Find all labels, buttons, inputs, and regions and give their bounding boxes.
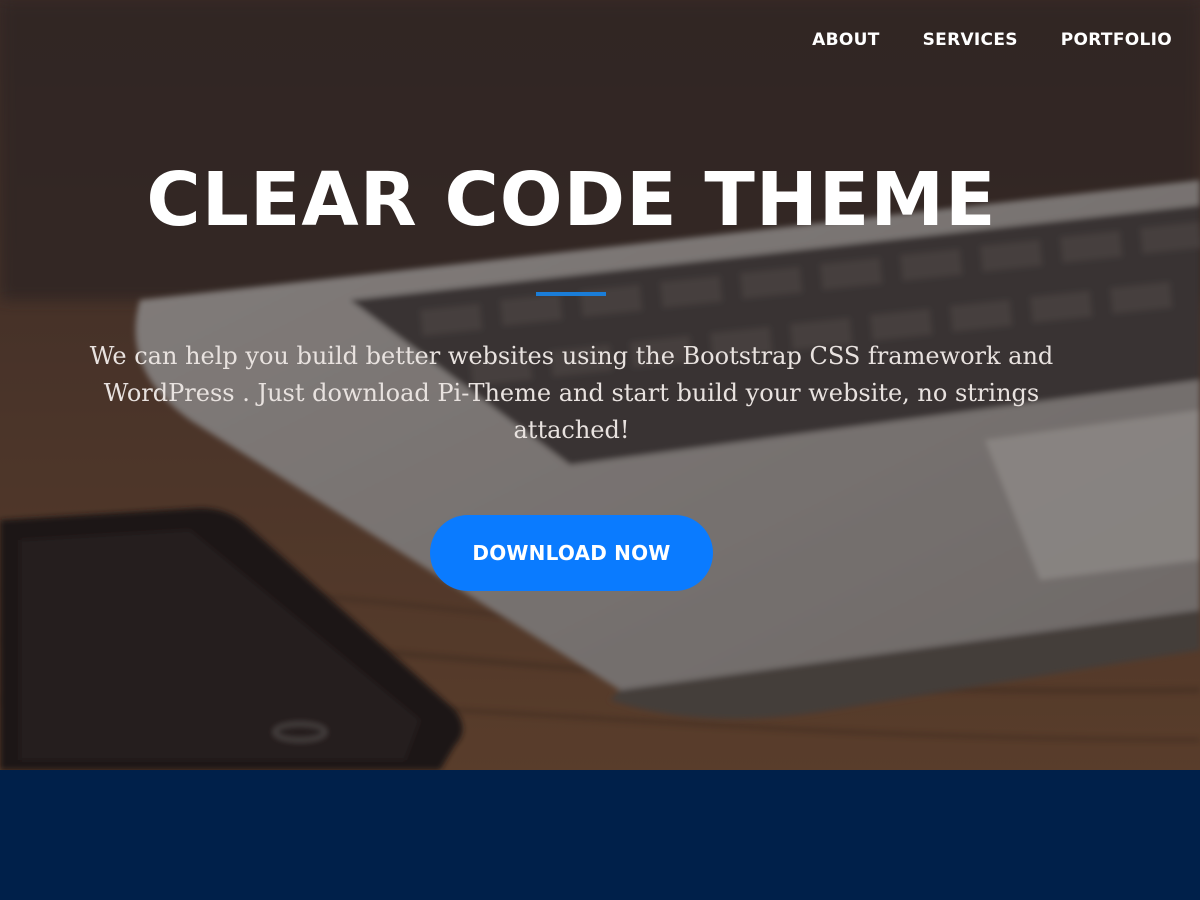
- next-section-band: [0, 770, 1200, 900]
- top-navigation: ABOUT SERVICES PORTFOLIO: [812, 28, 1172, 52]
- download-now-button[interactable]: DOWNLOAD NOW: [430, 515, 713, 591]
- hero-section: ABOUT SERVICES PORTFOLIO CLEAR CODE THEM…: [0, 0, 1200, 770]
- hero-subtitle: We can help you build better websites us…: [89, 342, 1054, 444]
- nav-link-portfolio[interactable]: PORTFOLIO: [1061, 28, 1172, 52]
- landing-page: ABOUT SERVICES PORTFOLIO CLEAR CODE THEM…: [0, 0, 1200, 900]
- nav-link-services[interactable]: SERVICES: [923, 28, 1018, 52]
- nav-link-about[interactable]: ABOUT: [812, 28, 879, 52]
- hero-title: CLEAR CODE THEME: [146, 157, 997, 243]
- title-divider: [536, 292, 606, 296]
